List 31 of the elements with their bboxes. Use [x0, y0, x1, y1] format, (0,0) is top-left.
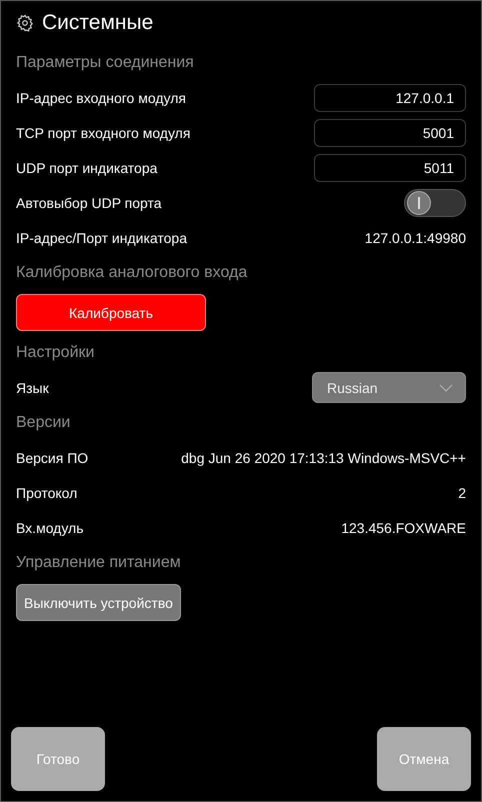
info-label: Вх.модуль — [16, 520, 84, 536]
language-dropdown[interactable]: Russian — [312, 372, 466, 403]
calibrate-button[interactable]: Калибровать — [16, 294, 206, 331]
info-value: 2 — [458, 484, 466, 500]
field-label: TCP порт входного модуля — [16, 124, 190, 140]
toggle-switch[interactable] — [404, 188, 466, 216]
info-label: IP-адрес/Порт индикатора — [16, 230, 188, 246]
window-title: Системные — [42, 11, 154, 35]
section-heading: Калибровка аналогового входа — [16, 262, 248, 282]
section-heading: Версии — [16, 412, 72, 432]
cancel-button[interactable]: Отмена — [377, 727, 471, 791]
info-value: dbg Jun 26 2020 17:13:13 Windows-MSVC++ — [181, 450, 466, 466]
field-label: UDP порт индикатора — [16, 160, 158, 176]
settings-icon — [16, 14, 34, 32]
chevron-down-icon — [439, 384, 453, 392]
toggle-thumb[interactable] — [407, 190, 431, 214]
info-value: 127.0.0.1:49980 — [364, 230, 466, 246]
power-off-button[interactable]: Выключить устройство — [16, 584, 181, 621]
input-field[interactable]: 5011 — [314, 154, 466, 182]
info-label: Версия ПО — [16, 450, 88, 466]
section-heading: Настройки — [16, 342, 96, 362]
field-label: IP-адрес входного модуля — [16, 90, 186, 106]
select-label: Язык — [16, 380, 49, 396]
toggle-label: Автовыбор UDP порта — [16, 194, 162, 210]
section-heading: Управление питанием — [16, 552, 182, 572]
info-label: Протокол — [16, 484, 78, 500]
input-field[interactable]: 5001 — [314, 118, 466, 146]
info-value: 123.456.FOXWARE — [341, 520, 466, 536]
input-field[interactable]: 127.0.0.1 — [314, 84, 466, 112]
section-heading: Параметры соединения — [16, 52, 195, 72]
done-button[interactable]: Готово — [11, 727, 105, 791]
